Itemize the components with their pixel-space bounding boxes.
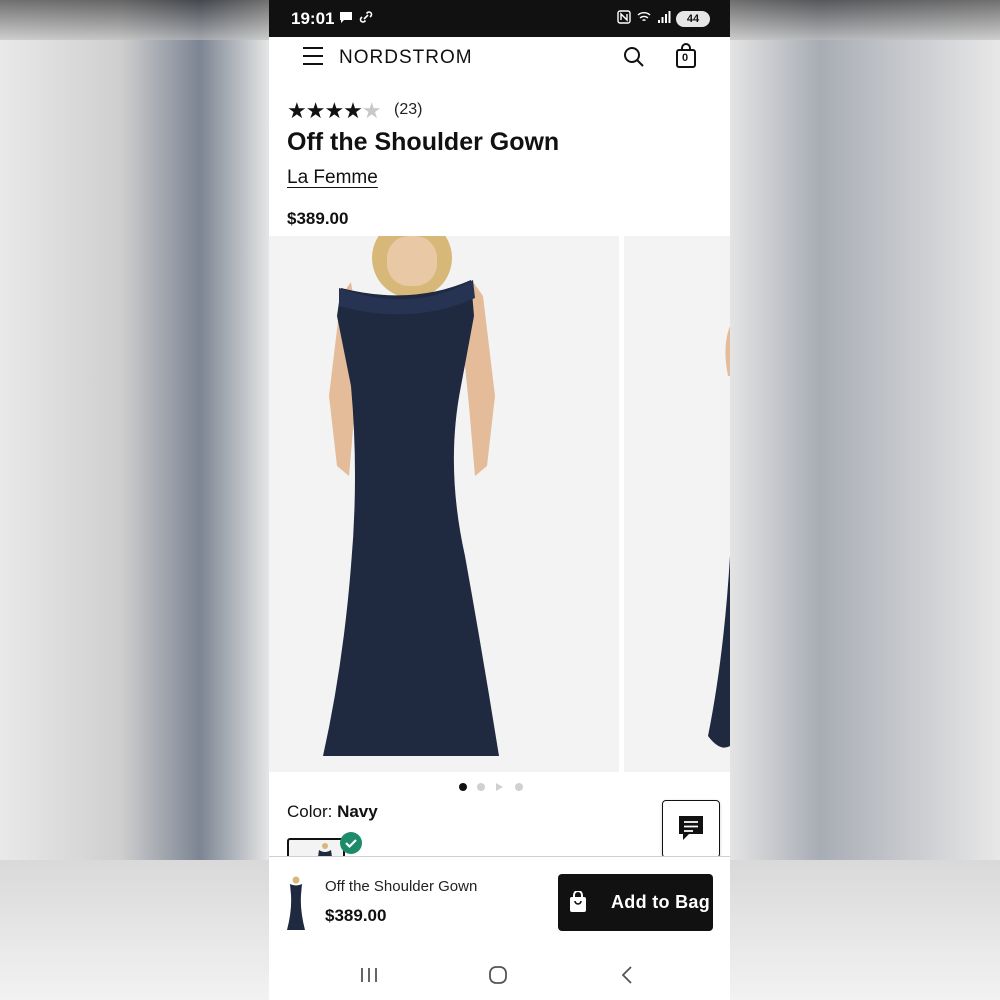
product-price: $389.00 [287, 209, 349, 228]
status-bar: 19:01 44 [269, 0, 730, 37]
star-rating: ★★★★★ [287, 98, 382, 123]
system-navigation-bar [269, 946, 730, 1000]
gallery-video-dot[interactable] [496, 783, 503, 791]
product-title: Off the Shoulder Gown [287, 128, 560, 156]
back-icon[interactable] [617, 964, 639, 986]
gallery-dot[interactable] [477, 783, 485, 791]
search-icon[interactable] [622, 45, 646, 69]
brand-logo[interactable]: NORDSTROM [339, 47, 473, 69]
color-label: Color: [287, 802, 338, 821]
signal-icon [658, 11, 671, 23]
gallery-dot-active[interactable] [459, 783, 467, 791]
selected-check-badge [340, 832, 362, 854]
product-image-gallery[interactable] [269, 218, 730, 772]
chat-notification-icon [340, 12, 352, 23]
shopping-bag-icon [570, 891, 586, 912]
color-value: Navy [337, 802, 378, 821]
shopping-bag-button[interactable]: 0 [675, 43, 697, 69]
chat-icon [679, 816, 703, 840]
footer-product-price: $389.00 [325, 906, 387, 925]
product-image-1[interactable] [269, 218, 619, 772]
menu-icon[interactable] [303, 47, 323, 65]
bag-count: 0 [682, 52, 689, 64]
recents-icon[interactable] [358, 964, 380, 986]
color-selector-label: Color: Navy [287, 802, 378, 822]
battery-indicator: 44 [676, 11, 710, 27]
brand-link[interactable]: La Femme [287, 167, 378, 189]
review-count[interactable]: (23) [394, 101, 422, 119]
phone-screen: 19:01 44 NORDSTROM 0 ★★★★★ (23) Off the … [269, 0, 730, 1000]
check-icon [345, 839, 357, 849]
nfc-icon [617, 10, 631, 24]
home-icon[interactable] [487, 964, 509, 986]
chat-button[interactable] [662, 800, 720, 858]
add-to-bag-label: Add to Bag [611, 892, 710, 912]
product-image-2[interactable] [624, 236, 730, 772]
add-to-bag-button[interactable]: Add to Bag [558, 874, 713, 931]
link-icon [359, 11, 373, 23]
status-time: 19:01 [291, 9, 335, 28]
gallery-dot[interactable] [515, 783, 523, 791]
app-header: NORDSTROM 0 [269, 37, 730, 81]
sticky-add-to-bag-bar: Off the Shoulder Gown $389.00 Add to Bag [269, 856, 730, 947]
footer-product-name: Off the Shoulder Gown [325, 878, 478, 895]
footer-product-thumbnail [287, 876, 305, 930]
product-rating[interactable]: ★★★★★ (23) [287, 98, 422, 123]
wifi-icon [637, 12, 651, 22]
